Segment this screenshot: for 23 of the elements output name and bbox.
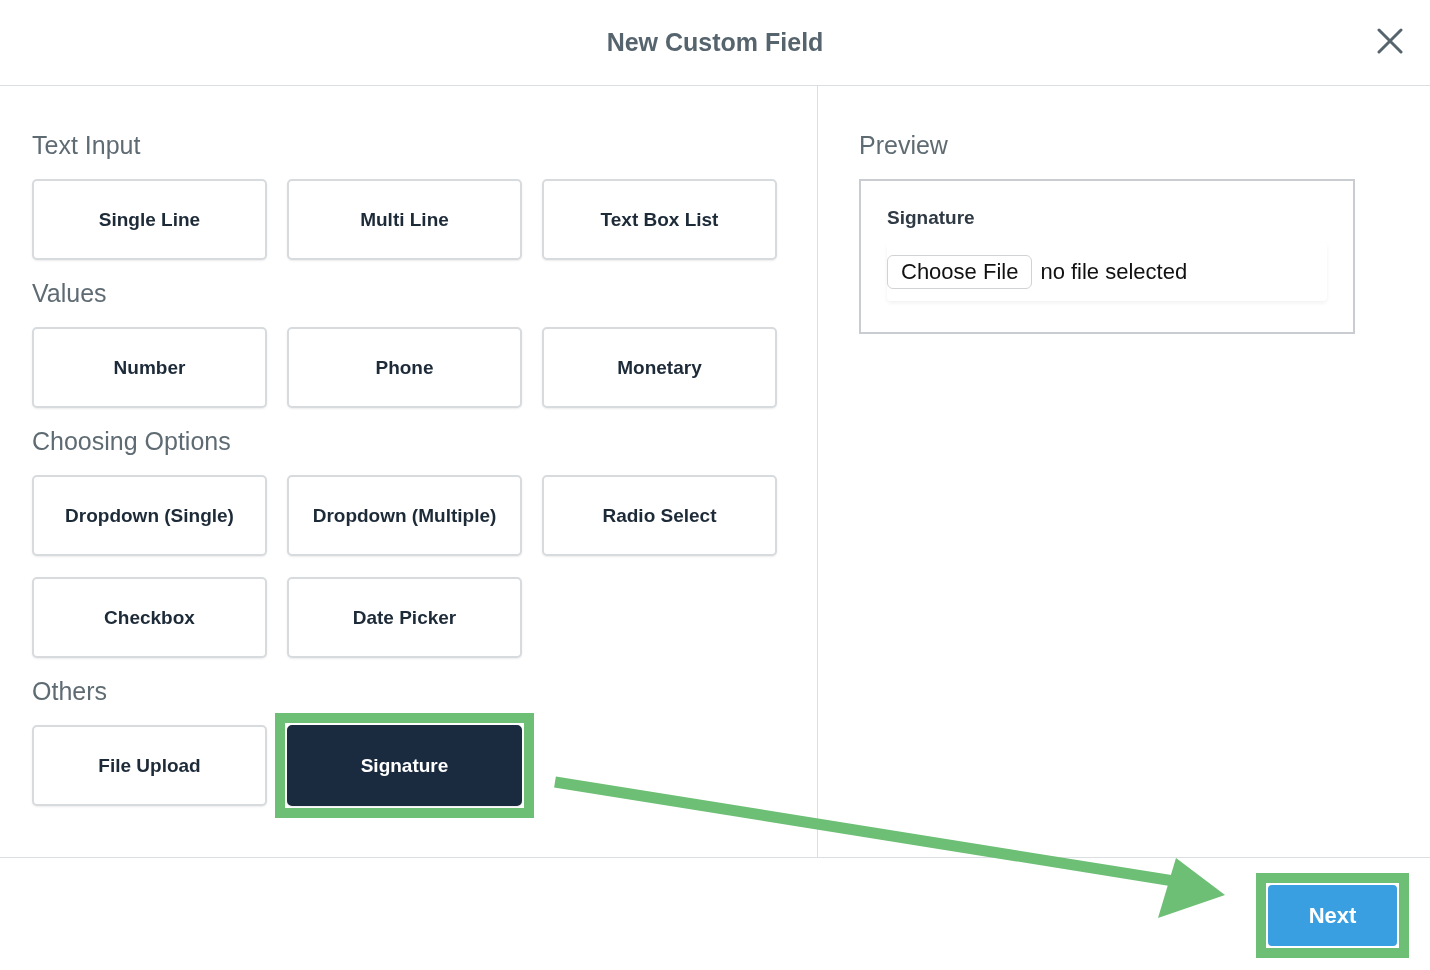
file-status: no file selected bbox=[1040, 259, 1188, 285]
choose-file-button[interactable]: Choose File bbox=[887, 255, 1033, 289]
field-type-option[interactable]: Multi Line bbox=[287, 179, 522, 260]
field-type-option[interactable]: Number bbox=[32, 327, 267, 408]
field-type-option[interactable]: Monetary bbox=[542, 327, 777, 408]
field-type-option[interactable]: Date Picker bbox=[287, 577, 522, 658]
section-heading: Values bbox=[32, 278, 108, 308]
field-type-option[interactable]: Checkbox bbox=[32, 577, 267, 658]
field-type-option[interactable]: Dropdown (Single) bbox=[32, 475, 267, 556]
close-icon[interactable] bbox=[1377, 28, 1403, 54]
preview-heading: Preview bbox=[859, 130, 949, 160]
field-type-option[interactable]: File Upload bbox=[32, 725, 267, 806]
field-type-option[interactable]: Single Line bbox=[32, 179, 267, 260]
section-heading: Others bbox=[32, 676, 109, 706]
field-type-option[interactable]: Dropdown (Multiple) bbox=[287, 475, 522, 556]
field-type-option[interactable]: Text Box List bbox=[542, 179, 777, 260]
field-label: Signature bbox=[887, 207, 976, 229]
field-type-option[interactable]: Radio Select bbox=[542, 475, 777, 556]
section-heading: Text Input bbox=[32, 130, 142, 160]
field-type-option[interactable]: Signature bbox=[287, 725, 522, 806]
section-heading: Choosing Options bbox=[32, 426, 232, 456]
field-type-option[interactable]: Phone bbox=[287, 327, 522, 408]
dialog-title: New Custom Field bbox=[606, 28, 824, 57]
